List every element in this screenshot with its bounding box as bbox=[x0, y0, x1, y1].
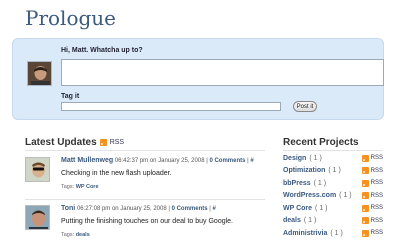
rss-icon bbox=[361, 192, 369, 200]
recent-projects-header: Recent Projects bbox=[283, 137, 359, 148]
latest-updates-header: Latest Updates RSS bbox=[25, 137, 124, 148]
post-form: Hi, Matt. Whatcha up to? Tag it Post it bbox=[12, 38, 384, 120]
update-item: Toni 06:27:08 pm on January 25, 2008 | 0… bbox=[25, 205, 265, 244]
project-item: Optimization ( 1 ) RSS bbox=[283, 165, 383, 178]
project-count: ( 1 ) bbox=[330, 229, 343, 237]
updates-rss-link[interactable]: RSS bbox=[110, 139, 124, 146]
site-title[interactable]: Prologue bbox=[25, 6, 116, 30]
rss-icon bbox=[361, 154, 369, 162]
project-count: ( 1 ) bbox=[328, 167, 341, 175]
project-link[interactable]: Optimization bbox=[283, 167, 325, 174]
project-count: ( 1 ) bbox=[309, 154, 322, 162]
project-rss-link[interactable]: RSS bbox=[361, 192, 383, 200]
project-item: bbPress ( 1 ) RSS bbox=[283, 177, 383, 190]
latest-updates-title: Latest Updates bbox=[25, 137, 97, 148]
rss-icon[interactable] bbox=[99, 139, 107, 146]
projects-list: Design ( 1 ) RSS Optimization ( 1 ) RSS … bbox=[283, 152, 383, 240]
project-rss-link[interactable]: RSS bbox=[361, 154, 383, 162]
update-message: Checking in the new flash uploader. bbox=[61, 170, 172, 177]
author-link[interactable]: Matt Mullenweg bbox=[61, 157, 113, 164]
tags-label: Tags: bbox=[61, 184, 75, 190]
project-rss-link[interactable]: RSS bbox=[361, 229, 383, 237]
post-prompt: Hi, Matt. Whatcha up to? bbox=[61, 47, 143, 54]
author-avatar bbox=[25, 157, 50, 182]
tag-input[interactable] bbox=[61, 102, 281, 111]
project-item: deals ( 1 ) RSS bbox=[283, 215, 383, 228]
rss-icon bbox=[361, 204, 369, 212]
post-it-button[interactable]: Post it bbox=[293, 101, 317, 112]
rss-icon bbox=[361, 217, 369, 225]
recent-projects-title: Recent Projects bbox=[283, 137, 359, 148]
project-count: ( 1 ) bbox=[303, 217, 317, 225]
author-avatar bbox=[25, 205, 50, 230]
tag-label: Tag it bbox=[61, 93, 80, 100]
updates-divider bbox=[25, 150, 265, 151]
project-rss-label: RSS bbox=[370, 205, 383, 212]
project-rss-link[interactable]: RSS bbox=[361, 179, 383, 187]
project-link[interactable]: bbPress bbox=[283, 180, 311, 187]
rss-icon bbox=[361, 229, 369, 237]
author-link[interactable]: Toni bbox=[61, 205, 75, 212]
update-divider bbox=[25, 199, 265, 200]
comments-link[interactable]: 0 Comments bbox=[209, 158, 245, 164]
project-rss-label: RSS bbox=[370, 180, 383, 187]
project-rss-label: RSS bbox=[370, 217, 383, 224]
project-link[interactable]: Design bbox=[283, 155, 306, 162]
project-link[interactable]: deals bbox=[283, 217, 301, 224]
update-message: Putting the finishing touches on our dea… bbox=[61, 218, 234, 225]
project-count: ( 1 ) bbox=[313, 179, 327, 187]
project-rss-link[interactable]: RSS bbox=[361, 217, 383, 225]
projects-divider bbox=[283, 150, 383, 151]
rss-icon bbox=[361, 167, 369, 175]
user-avatar bbox=[27, 61, 52, 86]
project-rss-link[interactable]: RSS bbox=[361, 167, 383, 175]
project-item: Administrivia ( 1 ) RSS bbox=[283, 227, 383, 240]
project-count: ( 1 ) bbox=[315, 204, 328, 212]
rss-icon bbox=[361, 179, 369, 187]
project-rss-label: RSS bbox=[370, 230, 383, 237]
project-count: ( 1 ) bbox=[339, 192, 352, 200]
update-tags: Tags: WP Core bbox=[61, 184, 99, 190]
update-meta: Matt Mullenweg 06:42:37 pm on January 25… bbox=[61, 157, 254, 164]
project-link[interactable]: Administrivia bbox=[283, 230, 327, 237]
project-rss-label: RSS bbox=[370, 167, 383, 174]
update-time: 06:27:08 pm on January 25, 2008 bbox=[76, 206, 167, 212]
comments-link[interactable]: 0 Comments bbox=[172, 206, 208, 212]
update-tags: Tags: deals bbox=[61, 232, 90, 238]
tag-link[interactable]: WP Core bbox=[76, 184, 99, 190]
project-link[interactable]: WP Core bbox=[283, 205, 312, 212]
permalink[interactable]: # bbox=[250, 158, 253, 164]
tag-link[interactable]: deals bbox=[76, 232, 90, 238]
project-item: Design ( 1 ) RSS bbox=[283, 152, 383, 165]
tags-label: Tags: bbox=[61, 232, 75, 238]
post-textarea[interactable] bbox=[61, 59, 384, 86]
project-rss-label: RSS bbox=[370, 155, 383, 162]
project-rss-link[interactable]: RSS bbox=[361, 204, 383, 212]
project-rss-label: RSS bbox=[370, 192, 383, 199]
update-meta: Toni 06:27:08 pm on January 25, 2008 | 0… bbox=[61, 205, 216, 212]
project-item: WP Core ( 1 ) RSS bbox=[283, 202, 383, 215]
permalink[interactable]: # bbox=[213, 206, 216, 212]
project-link[interactable]: WordPress.com bbox=[283, 192, 336, 199]
update-time: 06:42:37 pm on January 25, 2008 bbox=[114, 158, 205, 164]
update-item: Matt Mullenweg 06:42:37 pm on January 25… bbox=[25, 157, 265, 197]
project-item: WordPress.com ( 1 ) RSS bbox=[283, 190, 383, 203]
